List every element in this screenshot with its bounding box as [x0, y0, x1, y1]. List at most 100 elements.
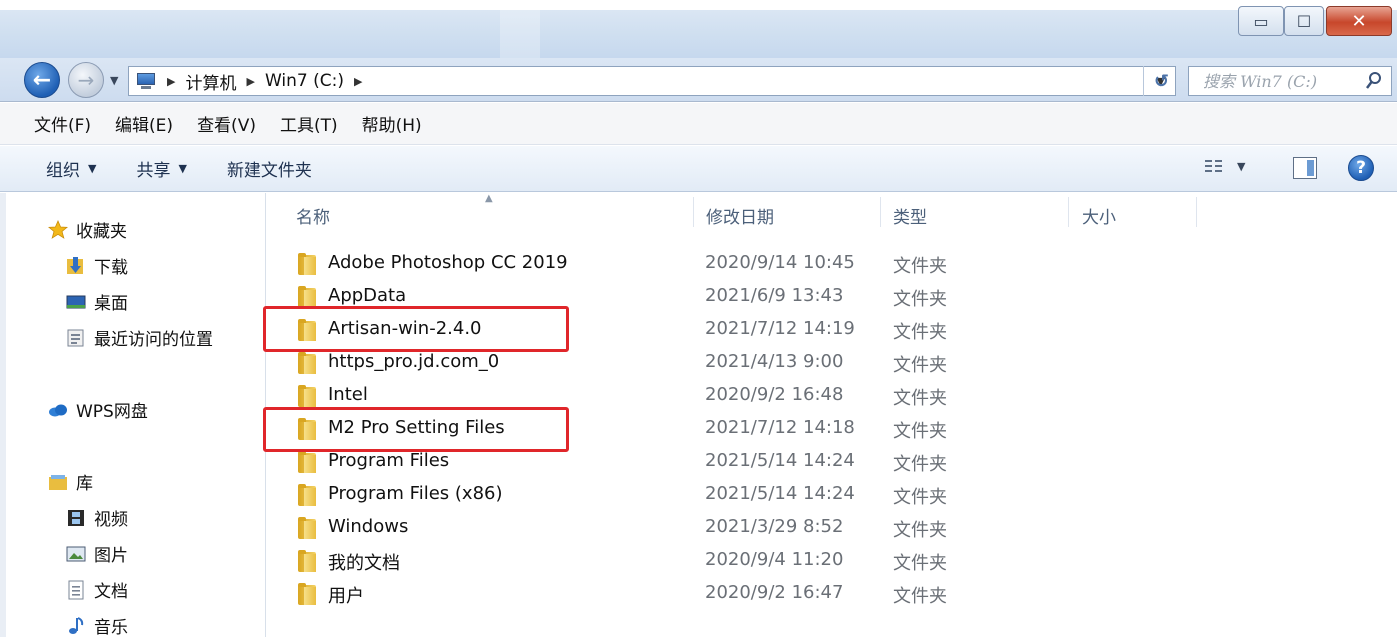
- file-type: 文件夹: [893, 553, 947, 574]
- column-header-size[interactable]: 大小: [1082, 193, 1116, 237]
- nav-item-music[interactable]: 音乐: [66, 613, 128, 637]
- menu-tools[interactable]: 工具(T): [280, 111, 338, 136]
- back-button[interactable]: ←: [24, 62, 60, 98]
- nav-item-pictures[interactable]: 图片: [66, 541, 128, 566]
- change-view-button[interactable]: ▼: [1205, 158, 1245, 174]
- breadcrumb-separator-icon[interactable]: ▶: [167, 75, 175, 88]
- nav-item-favorites[interactable]: 收藏夹: [48, 217, 127, 242]
- file-name: Windows: [328, 516, 409, 537]
- file-row[interactable]: 我的文档 2020/9/4 11:20 文件夹: [290, 544, 1390, 577]
- menu-help[interactable]: 帮助(H): [362, 111, 422, 136]
- file-name: Program Files: [328, 450, 450, 471]
- file-modified-date: 2020/9/14 10:45: [705, 252, 855, 273]
- menu-edit[interactable]: 编辑(E): [115, 111, 173, 136]
- nav-item-documents[interactable]: 文档: [66, 577, 128, 602]
- title-bar: ▭ ☐ ✕: [0, 0, 1397, 58]
- nav-item-downloads[interactable]: 下载: [66, 253, 128, 278]
- file-row[interactable]: Windows 2021/3/29 8:52 文件夹: [290, 511, 1390, 544]
- folder-icon: [298, 583, 318, 605]
- search-input[interactable]: [1203, 71, 1353, 91]
- folder-icon: [298, 352, 318, 374]
- menu-file[interactable]: 文件(F): [34, 111, 91, 136]
- file-type: 文件夹: [893, 322, 947, 343]
- recent-pages-dropdown[interactable]: ▼: [110, 74, 118, 87]
- breadcrumb-separator-icon[interactable]: ▶: [354, 75, 362, 88]
- highlight-box: [263, 306, 569, 352]
- folder-icon: [298, 385, 318, 407]
- breadcrumb-drive[interactable]: Win7 (C:): [265, 71, 344, 91]
- maximize-button[interactable]: ☐: [1284, 6, 1324, 36]
- title-bar-glass-band: [500, 10, 540, 58]
- help-icon[interactable]: ?: [1348, 155, 1374, 181]
- nav-item-recent-places[interactable]: 最近访问的位置: [66, 325, 213, 350]
- back-arrow-icon: ←: [32, 67, 52, 93]
- pane-edge: [0, 193, 6, 637]
- menu-view[interactable]: 查看(V): [197, 111, 256, 136]
- title-bar-top-strip: [0, 0, 1397, 10]
- file-name: https_pro.jd.com_0: [328, 351, 500, 372]
- organize-button[interactable]: 组织 ▼: [46, 156, 96, 181]
- address-row: ← → ▼ ▶ 计算机 ▶ Win7 (C:) ▶ ▼ ↺: [0, 58, 1397, 102]
- share-label: 共享: [136, 161, 171, 181]
- nav-item-wps-cloud[interactable]: WPS网盘: [48, 397, 148, 422]
- breadcrumb-separator-icon[interactable]: ▶: [246, 75, 254, 88]
- column-divider[interactable]: [1196, 197, 1197, 227]
- nav-label: 文档: [94, 582, 128, 602]
- address-bar[interactable]: ▶ 计算机 ▶ Win7 (C:) ▶ ▼: [128, 66, 1176, 96]
- preview-pane-button[interactable]: [1293, 157, 1317, 179]
- search-box[interactable]: [1188, 66, 1392, 96]
- menu-bar: 文件(F) 编辑(E) 查看(V) 工具(T) 帮助(H): [0, 103, 1397, 145]
- file-modified-date: 2021/7/12 14:19: [705, 318, 855, 339]
- file-row[interactable]: 用户 2020/9/2 16:47 文件夹: [290, 577, 1390, 610]
- breadcrumb-computer[interactable]: 计算机: [185, 69, 236, 94]
- nav-item-videos[interactable]: 视频: [66, 505, 128, 530]
- column-header-name[interactable]: 名称: [296, 193, 330, 237]
- nav-label: 库: [76, 474, 93, 494]
- refresh-button[interactable]: ↺: [1143, 66, 1179, 96]
- cloud-icon: [49, 404, 67, 416]
- file-type: 文件夹: [893, 487, 947, 508]
- highlight-box: [263, 407, 569, 452]
- search-icon[interactable]: [1365, 71, 1383, 91]
- nav-label: 最近访问的位置: [94, 330, 213, 350]
- folder-icon: [298, 484, 318, 506]
- nav-label: 桌面: [94, 294, 128, 314]
- column-divider[interactable]: [693, 197, 694, 227]
- file-modified-date: 2021/5/14 14:24: [705, 483, 855, 504]
- file-type: 文件夹: [893, 520, 947, 541]
- sort-ascending-icon: ▲: [485, 193, 493, 204]
- share-button[interactable]: 共享 ▼: [136, 156, 186, 181]
- file-row[interactable]: Program Files (x86) 2021/5/14 14:24 文件夹: [290, 478, 1390, 511]
- column-header-date[interactable]: 修改日期: [706, 193, 774, 237]
- column-divider[interactable]: [880, 197, 881, 227]
- computer-icon: [135, 72, 157, 90]
- close-button[interactable]: ✕: [1326, 6, 1392, 36]
- nav-label: 视频: [94, 510, 128, 530]
- recent-places-icon: [67, 329, 84, 346]
- file-name: 我的文档: [328, 553, 400, 574]
- file-modified-date: 2021/5/14 14:24: [705, 450, 855, 471]
- file-modified-date: 2021/3/29 8:52: [705, 516, 844, 537]
- file-name: Program Files (x86): [328, 483, 503, 504]
- folder-icon: [298, 286, 318, 308]
- video-icon: [68, 509, 84, 526]
- file-modified-date: 2021/7/12 14:18: [705, 417, 855, 438]
- minimize-button[interactable]: ▭: [1238, 6, 1284, 36]
- column-divider[interactable]: [1068, 197, 1069, 227]
- picture-icon: [66, 546, 86, 561]
- nav-label: 图片: [94, 546, 128, 566]
- file-name: 用户: [328, 586, 364, 607]
- forward-button[interactable]: →: [68, 62, 104, 98]
- nav-item-libraries[interactable]: 库: [48, 469, 93, 494]
- file-name: Adobe Photoshop CC 2019: [328, 252, 568, 273]
- new-folder-button[interactable]: 新建文件夹: [227, 156, 312, 181]
- file-type: 文件夹: [893, 454, 947, 475]
- file-row[interactable]: Adobe Photoshop CC 2019 2020/9/14 10:45 文件…: [290, 247, 1390, 280]
- forward-arrow-icon: →: [77, 68, 95, 92]
- file-modified-date: 2020/9/4 11:20: [705, 549, 844, 570]
- file-type: 文件夹: [893, 355, 947, 376]
- downloads-folder-icon: [67, 256, 83, 274]
- nav-item-desktop[interactable]: 桌面: [66, 289, 128, 314]
- file-modified-date: 2021/6/9 13:43: [705, 285, 844, 306]
- column-header-type[interactable]: 类型: [893, 193, 927, 237]
